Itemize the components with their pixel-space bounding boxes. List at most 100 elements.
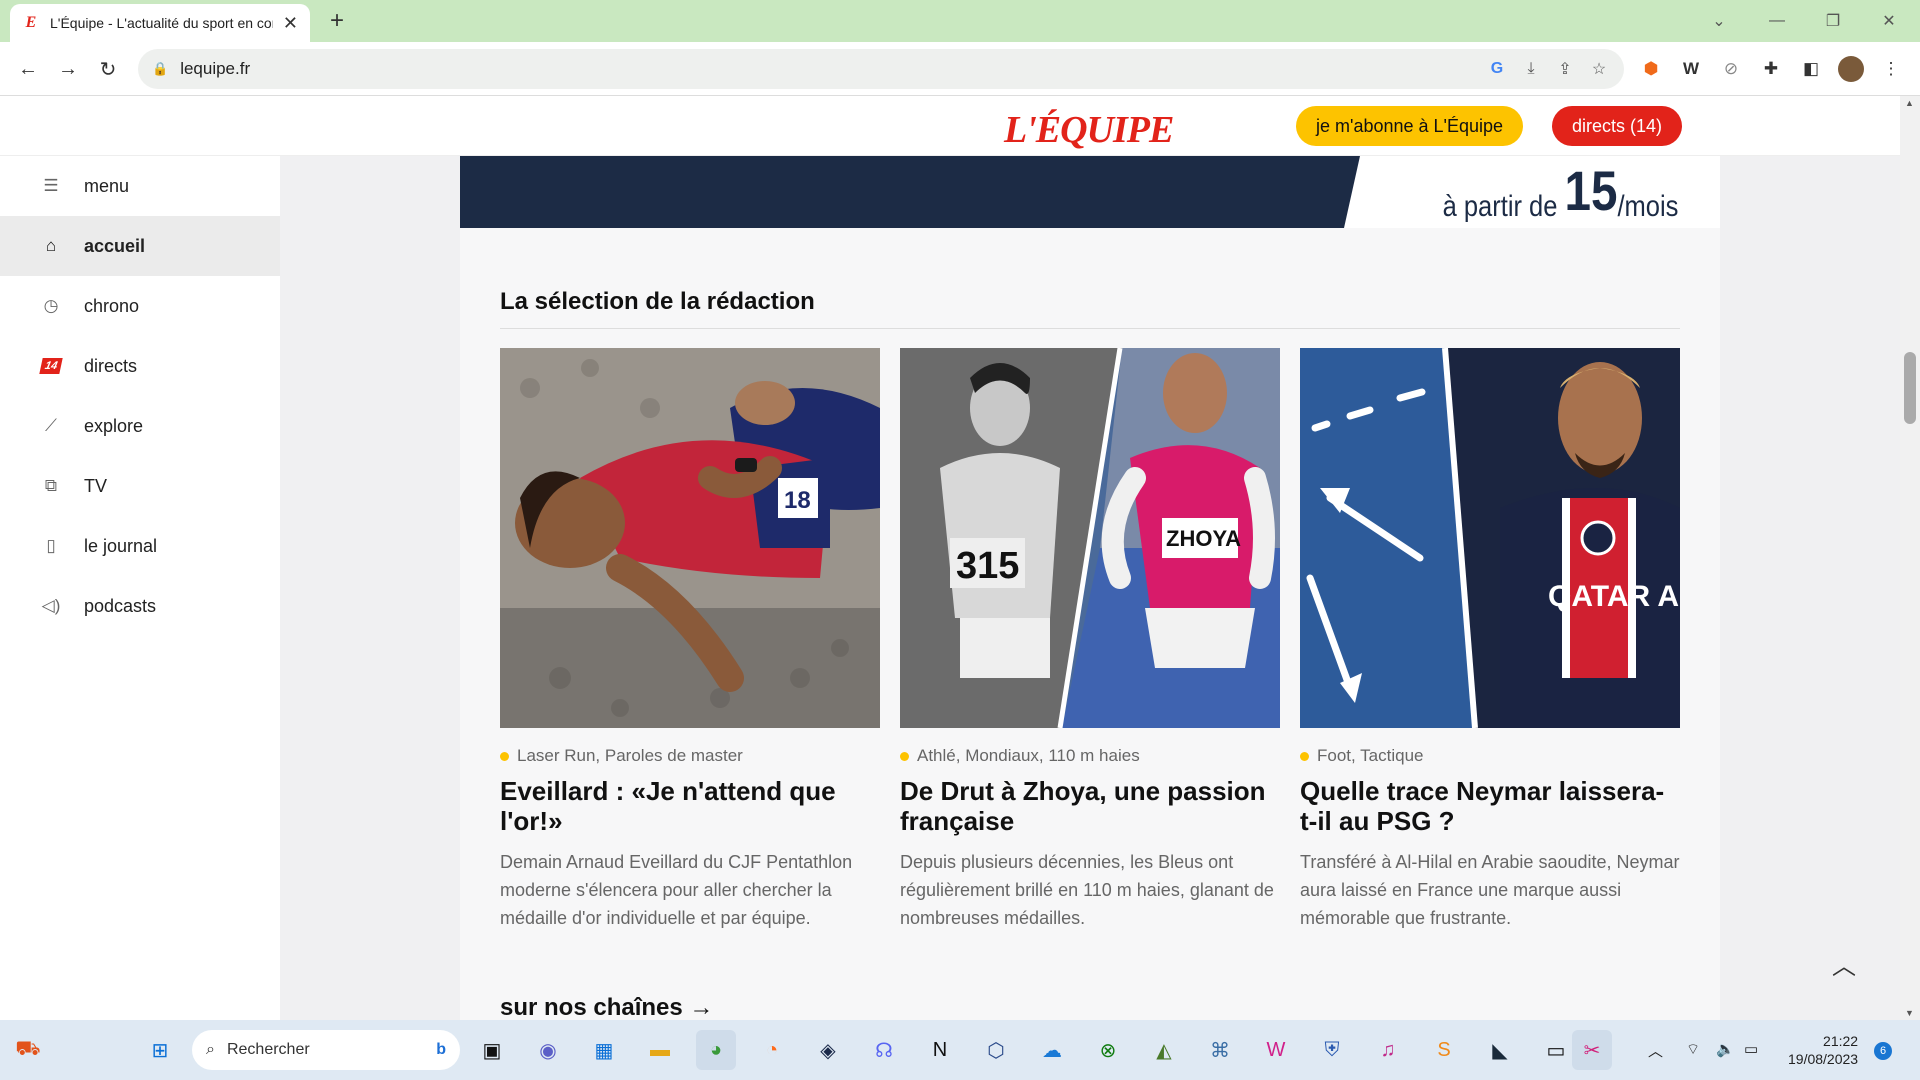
windows-start-icon[interactable]: ⊞ bbox=[140, 1030, 180, 1070]
sidebar-item-podcasts[interactable]: ◁) podcasts bbox=[0, 576, 280, 636]
file-explorer-icon[interactable]: ▬ bbox=[640, 1030, 680, 1070]
directs-button[interactable]: directs (14) bbox=[1552, 106, 1683, 146]
virtualbox-icon[interactable]: ⬡ bbox=[976, 1030, 1016, 1070]
url-text[interactable]: lequipe.fr bbox=[180, 59, 1474, 79]
lock-icon[interactable]: 🔒 bbox=[152, 61, 168, 77]
windows-taskbar: ⛟ ⊞ ⌕ Rechercher b ▣ ◉ ▦ ▬ ◕ ◔ ◈ ☊ N ⬡ ☁… bbox=[0, 1020, 1920, 1080]
share-icon[interactable]: ⇪ bbox=[1554, 58, 1576, 80]
discord-icon[interactable]: ☊ bbox=[864, 1030, 904, 1070]
close-window-button[interactable]: ✕ bbox=[1862, 0, 1916, 42]
tray-chevron-icon[interactable]: ︿ bbox=[1648, 1040, 1663, 1061]
sidebar-item-chrono[interactable]: ◷ chrono bbox=[0, 276, 280, 336]
sidebar-item-accueil[interactable]: ⌂ accueil bbox=[0, 216, 280, 276]
reload-button[interactable]: ↻ bbox=[88, 49, 128, 89]
site-header: L'ÉQUIPE je m'abonne à L'Équipe directs … bbox=[0, 96, 1900, 156]
kotlin-app-icon[interactable]: ◣ bbox=[1480, 1030, 1520, 1070]
article-headline[interactable]: Quelle trace Neymar laissera-t-il au PSG… bbox=[1300, 776, 1680, 836]
article-tags[interactable]: Foot, Tactique bbox=[1300, 746, 1680, 766]
snipping-tool-icon[interactable]: ✂ bbox=[1572, 1030, 1612, 1070]
xbox-icon[interactable]: ⊗ bbox=[1088, 1030, 1128, 1070]
minimize-button[interactable]: — bbox=[1750, 0, 1804, 42]
clock-icon: ◷ bbox=[43, 296, 59, 315]
sidebar-item-label: explore bbox=[84, 415, 144, 436]
article-image-runner[interactable]: 18 bbox=[500, 348, 880, 728]
map-app-icon[interactable]: ◭ bbox=[1144, 1030, 1184, 1070]
scrollbar-thumb[interactable] bbox=[1904, 352, 1916, 424]
article-card[interactable]: 315 ZHOYA Athlé, Mondiaux, 110 m haies D… bbox=[900, 348, 1280, 932]
subscribe-button[interactable]: je m'abonne à L'Équipe bbox=[1296, 106, 1524, 146]
next-section-title[interactable]: sur nos chaînes → bbox=[500, 994, 713, 1020]
terminal-icon[interactable]: ▭ bbox=[1536, 1030, 1576, 1070]
dev-app-icon[interactable]: ◈ bbox=[808, 1030, 848, 1070]
battery-icon[interactable]: ▭ bbox=[1744, 1040, 1758, 1058]
section-divider bbox=[500, 328, 1680, 329]
article-card[interactable]: QATAR AIRWAYS Foot, Tactique Quelle trac… bbox=[1300, 348, 1680, 932]
address-bar[interactable]: 🔒 lequipe.fr G ⤓ ⇪ ☆ bbox=[138, 49, 1624, 89]
tag-dot-icon bbox=[500, 751, 509, 761]
article-tags[interactable]: Laser Run, Paroles de master bbox=[500, 746, 880, 766]
bookmark-star-icon[interactable]: ☆ bbox=[1588, 58, 1610, 80]
page-scrollbar[interactable]: ▲ ▼ bbox=[1900, 96, 1920, 1020]
browser-toolbar: ← → ↻ 🔒 lequipe.fr G ⤓ ⇪ ☆ ⬢ W ⊘ ✚ ◧ ⋮ bbox=[0, 42, 1920, 96]
article-headline[interactable]: Eveillard : «Je n'attend que l'or!» bbox=[500, 776, 880, 836]
google-icon[interactable]: G bbox=[1486, 58, 1508, 80]
tab-search-icon[interactable]: ⌄ bbox=[1692, 0, 1746, 42]
article-card[interactable]: 18 Laser Run, Paroles de master Eveillar… bbox=[500, 348, 880, 932]
back-button[interactable]: ← bbox=[8, 49, 48, 89]
notion-icon[interactable]: N bbox=[920, 1030, 960, 1070]
subscription-banner[interactable]: à partir de 15/mois bbox=[460, 156, 1720, 228]
sidebar-item-journal[interactable]: ▯ le journal bbox=[0, 516, 280, 576]
sidebar-item-explore[interactable]: ⟋ explore bbox=[0, 396, 280, 456]
tv-icon: ⧉ bbox=[44, 476, 58, 495]
volume-icon[interactable]: 🔈 bbox=[1716, 1040, 1735, 1058]
taskbar-clock[interactable]: 21:22 19/08/2023 bbox=[1788, 1032, 1858, 1068]
section-title: La sélection de la rédaction bbox=[500, 288, 815, 315]
page-viewport: L'ÉQUIPE je m'abonne à L'Équipe directs … bbox=[0, 96, 1900, 1020]
new-tab-button[interactable]: + bbox=[322, 6, 352, 36]
lequipe-logo[interactable]: L'ÉQUIPE bbox=[1004, 108, 1174, 152]
scroll-down-arrow-icon[interactable]: ▼ bbox=[1905, 1008, 1914, 1018]
audio-app-icon[interactable]: ♫ bbox=[1368, 1030, 1408, 1070]
close-tab-icon[interactable]: ✕ bbox=[283, 13, 298, 34]
ms-store-icon[interactable]: ▦ bbox=[584, 1030, 624, 1070]
wamp-icon[interactable]: W bbox=[1256, 1030, 1296, 1070]
firefox-icon[interactable]: ◔ bbox=[752, 1030, 792, 1070]
profile-avatar[interactable] bbox=[1838, 56, 1864, 82]
sidebar-item-menu[interactable]: ☰ menu bbox=[0, 156, 280, 216]
chrome-icon[interactable]: ◕ bbox=[696, 1030, 736, 1070]
sidebar-item-directs[interactable]: 14 directs bbox=[0, 336, 280, 396]
article-image-hurdlers[interactable]: 315 ZHOYA bbox=[900, 348, 1280, 728]
python-icon[interactable]: ⌘ bbox=[1200, 1030, 1240, 1070]
task-view-icon[interactable]: ▣ bbox=[472, 1030, 512, 1070]
side-panel-icon[interactable]: ◧ bbox=[1798, 56, 1824, 82]
compass-extension-icon[interactable]: ⊘ bbox=[1718, 56, 1744, 82]
speaker-icon: ◁) bbox=[41, 596, 61, 615]
article-image-neymar[interactable]: QATAR AIRWAYS bbox=[1300, 348, 1680, 728]
article-tags[interactable]: Athlé, Mondiaux, 110 m haies bbox=[900, 746, 1280, 766]
article-headline[interactable]: De Drut à Zhoya, une passion française bbox=[900, 776, 1280, 836]
scroll-up-arrow-icon[interactable]: ▲ bbox=[1905, 98, 1914, 108]
install-app-icon[interactable]: ⤓ bbox=[1520, 58, 1542, 80]
notification-badge[interactable]: 6 bbox=[1874, 1042, 1892, 1060]
maximize-button[interactable]: ❐ bbox=[1806, 0, 1860, 42]
article-summary: Depuis plusieurs décennies, les Bleus on… bbox=[900, 852, 1274, 928]
shield-app-icon[interactable]: ⛨ bbox=[1312, 1030, 1352, 1070]
wifi-icon[interactable]: ⌔ bbox=[1686, 1040, 1700, 1059]
browser-tab[interactable]: E L'Équipe - L'actualité du sport en con… bbox=[10, 4, 310, 42]
clock-time: 21:22 bbox=[1823, 1033, 1859, 1049]
weather-widget-icon[interactable]: ⛟ bbox=[8, 1030, 48, 1070]
sublime-text-icon[interactable]: S bbox=[1424, 1030, 1464, 1070]
taskbar-search-input[interactable]: ⌕ Rechercher b bbox=[192, 1030, 460, 1070]
chrome-menu-icon[interactable]: ⋮ bbox=[1878, 56, 1904, 82]
extensions-puzzle-icon[interactable]: ✚ bbox=[1758, 56, 1784, 82]
brave-extension-icon[interactable]: ⬢ bbox=[1638, 56, 1664, 82]
forward-button[interactable]: → bbox=[48, 49, 88, 89]
teams-chat-icon[interactable]: ◉ bbox=[528, 1030, 568, 1070]
bib-name-zhoya: ZHOYA bbox=[1166, 526, 1241, 551]
live-badge-icon: 14 bbox=[39, 355, 63, 377]
sidebar-item-tv[interactable]: ⧉ TV bbox=[0, 456, 280, 516]
onedrive-icon[interactable]: ☁ bbox=[1032, 1030, 1072, 1070]
back-to-top-chevron-icon[interactable]: ︿ bbox=[1832, 946, 1856, 981]
tab-title: L'Équipe - L'actualité du sport en conti… bbox=[50, 15, 273, 31]
w-extension-icon[interactable]: W bbox=[1678, 56, 1704, 82]
